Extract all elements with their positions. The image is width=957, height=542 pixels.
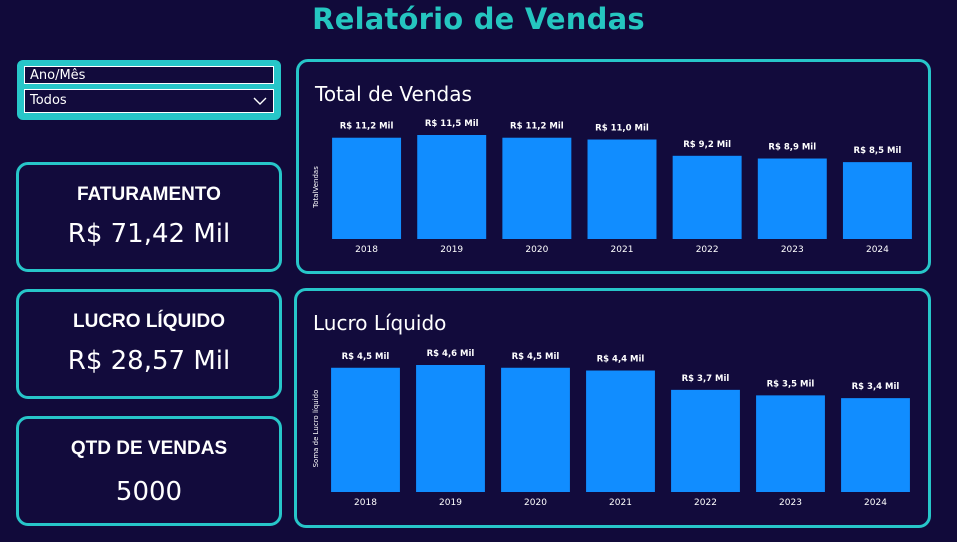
bar[interactable] <box>417 135 487 239</box>
page-title: Relatório de Vendas <box>312 2 645 36</box>
kpi-card-faturamento: FATURAMENTO R$ 71,42 Mil <box>16 162 282 272</box>
data-label: R$ 11,2 Mil <box>340 122 394 132</box>
x-tick-label: 2020 <box>524 498 547 508</box>
chart-panel-total-vendas: Total de Vendas TotalVendas R$ 11,2 Mil 20… <box>296 59 931 274</box>
kpi-card-lucro-liquido: LUCRO LÍQUIDO R$ 28,57 Mil <box>16 289 282 399</box>
data-label: R$ 4,4 Mil <box>597 355 645 365</box>
x-tick-label: 2022 <box>694 498 717 508</box>
x-tick-label: 2021 <box>609 498 632 508</box>
kpi-value: R$ 71,42 Mil <box>67 219 231 249</box>
bar[interactable] <box>331 367 400 492</box>
data-label: R$ 4,5 Mil <box>342 352 390 362</box>
slicer-selected-value: Todos <box>30 93 67 108</box>
chart-panel-lucro-liquido: Lucro Líquido Soma de Lucro líquido R$ 4,… <box>294 288 931 528</box>
data-label: R$ 11,5 Mil <box>425 119 479 129</box>
data-label: R$ 3,5 Mil <box>767 379 815 389</box>
x-tick-label: 2021 <box>611 245 634 255</box>
bar[interactable] <box>502 137 572 239</box>
bar[interactable] <box>842 162 912 239</box>
x-tick-label: 2020 <box>525 245 548 255</box>
bar[interactable] <box>671 389 740 492</box>
data-label: R$ 3,4 Mil <box>852 382 900 392</box>
x-tick-label: 2019 <box>439 498 462 508</box>
kpi-title: LUCRO LÍQUIDO <box>73 311 225 332</box>
bar[interactable] <box>756 395 825 492</box>
kpi-title: QTD DE VENDAS <box>70 438 228 459</box>
data-label: R$ 8,5 Mil <box>854 146 902 156</box>
kpi-card-qtd-vendas: QTD DE VENDAS 5000 <box>16 416 282 526</box>
bar[interactable] <box>757 158 827 239</box>
data-label: R$ 8,9 Mil <box>768 143 816 153</box>
data-label: R$ 11,2 Mil <box>510 122 564 132</box>
bar[interactable] <box>416 365 485 492</box>
bar-chart-total-vendas: TotalVendas R$ 11,2 Mil 2018 R$ 11,5 Mil 201… <box>312 119 912 255</box>
data-label: R$ 9,2 Mil <box>683 140 731 150</box>
chevron-down-icon <box>253 97 267 105</box>
bar[interactable] <box>587 139 657 239</box>
data-label: R$ 4,5 Mil <box>512 352 560 362</box>
bar[interactable] <box>332 137 402 239</box>
slicer-label: Ano/Mês <box>24 66 274 84</box>
kpi-title: FATURAMENTO <box>77 184 221 205</box>
data-label: R$ 3,7 Mil <box>682 374 730 384</box>
bar-chart-lucro-liquido: Soma de Lucro líquido R$ 4,5 Mil 2018 R$ 4,… <box>312 349 910 508</box>
x-tick-label: 2024 <box>866 245 889 255</box>
kpi-value: 5000 <box>115 477 183 507</box>
year-month-slicer: Ano/Mês Todos <box>17 60 281 120</box>
bar[interactable] <box>586 370 655 492</box>
bar[interactable] <box>672 155 742 239</box>
x-tick-label: 2022 <box>696 245 719 255</box>
data-label: R$ 11,0 Mil <box>595 124 649 134</box>
x-tick-label: 2024 <box>864 498 887 508</box>
x-tick-label: 2018 <box>354 498 377 508</box>
year-month-dropdown[interactable]: Todos <box>24 89 274 113</box>
x-tick-label: 2023 <box>781 245 804 255</box>
x-tick-label: 2019 <box>440 245 463 255</box>
data-label: R$ 4,6 Mil <box>427 349 475 359</box>
x-tick-label: 2023 <box>779 498 802 508</box>
bar[interactable] <box>501 367 570 492</box>
y-axis-label: TotalVendas <box>312 166 320 209</box>
y-axis-label: Soma de Lucro líquido <box>312 390 320 468</box>
x-tick-label: 2018 <box>355 245 378 255</box>
bar[interactable] <box>841 398 910 492</box>
kpi-value: R$ 28,57 Mil <box>67 346 231 376</box>
